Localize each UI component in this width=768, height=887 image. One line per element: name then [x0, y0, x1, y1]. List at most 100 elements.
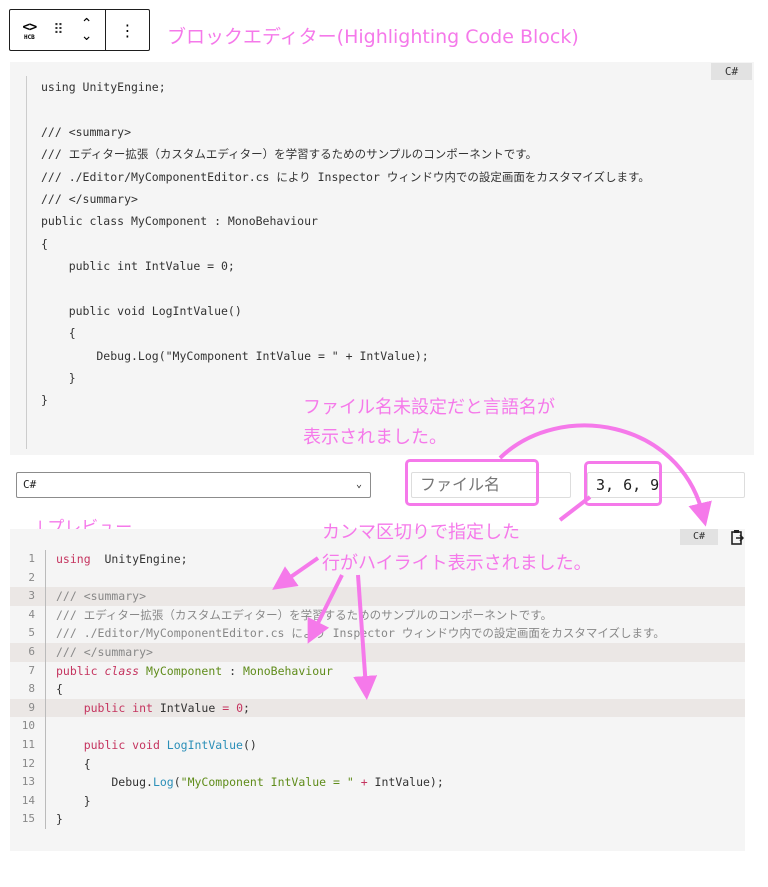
code-token: /// </summary>	[56, 644, 153, 659]
code-token: LogIntValue	[166, 737, 243, 752]
code-token: {	[56, 756, 91, 771]
code-token: UnityEngine;	[90, 552, 188, 566]
drag-handle-icon[interactable]: ⠿	[53, 22, 63, 38]
code-token: public int	[83, 700, 160, 715]
line-number: 3	[10, 587, 46, 606]
line-number: 7	[10, 661, 46, 681]
preview-line: 13 Debug.Log("MyComponent IntValue = " +…	[10, 773, 745, 792]
code-token: ()	[242, 737, 257, 752]
code-token: }	[56, 812, 63, 827]
move-down-icon[interactable]: ⌄	[81, 29, 93, 43]
language-badge: C#	[680, 529, 718, 545]
line-code: {	[46, 755, 91, 774]
line-number: 6	[10, 642, 46, 662]
line-code: public int IntValue = 0;	[46, 699, 250, 718]
preview-line: 8{	[10, 680, 745, 699]
line-code: }	[46, 810, 63, 829]
line-code: public class MyComponent : MonoBehaviour	[46, 662, 333, 681]
line-code: /// </summary>	[46, 643, 153, 662]
chevron-down-icon: ⌄	[355, 479, 362, 490]
line-code: public void LogIntValue()	[46, 736, 257, 755]
code-line: /// エディター拡張（カスタムエディター）を学習するためのサンプルのコンポーネ…	[41, 147, 538, 162]
line-number: 2	[10, 568, 46, 588]
line-number: 9	[10, 698, 46, 718]
code-token: using	[56, 552, 91, 566]
line-code: /// <summary>	[46, 587, 146, 606]
line-code: }	[46, 792, 91, 811]
line-number: 10	[10, 717, 46, 736]
highlight-callout-box	[584, 461, 662, 506]
line-code: /// ./Editor/MyComponentEditor.cs により In…	[46, 624, 665, 643]
preview-line: 7 public class MyComponent : MonoBehaviou…	[10, 661, 745, 681]
copy-icon[interactable]	[730, 529, 744, 545]
code-token: "MyComponent IntValue = "	[180, 775, 354, 790]
code-token: IntValue);	[367, 775, 444, 790]
line-number: 1	[10, 550, 46, 569]
code-token: /// エディター拡張（カスタムエディター）を学習するためのサンプルのコンポーネ…	[56, 607, 553, 622]
code-token: public	[56, 663, 105, 678]
preview-code: 1 using UnityEngine; 2 3/// <summary> 4/// エ…	[10, 550, 745, 829]
preview-line: 11 public void LogIntValue()	[10, 735, 745, 755]
code-line: Debug.Log("MyComponent IntValue = " + In…	[41, 348, 429, 363]
code-token: public void	[83, 737, 167, 752]
code-line: using UnityEngine;	[41, 80, 166, 94]
more-options-icon[interactable]: ⋮	[120, 21, 136, 40]
code-line: public void LogIntValue()	[41, 303, 242, 318]
code-line: /// <summary>	[41, 124, 132, 139]
line-number: 8	[10, 680, 46, 699]
options-group: ⋮	[106, 10, 149, 50]
code-line: public class MyComponent : MonoBehaviour	[41, 214, 318, 229]
line-number: 11	[10, 735, 46, 755]
language-select[interactable]: C# ⌄	[16, 472, 371, 498]
toolbar-group: <> HCB ⠿ ⌃ ⌄	[10, 10, 106, 50]
code-token: {	[56, 682, 63, 697]
code-token: /// <summary>	[56, 589, 147, 604]
preview-line: 15}	[10, 810, 745, 829]
line-code: Debug.Log("MyComponent IntValue = " + In…	[46, 773, 444, 792]
code-line: {	[41, 326, 76, 341]
code-token: 0	[236, 700, 243, 715]
code-token: (	[173, 775, 181, 790]
preview-line: 3 /// <summary>	[10, 587, 745, 606]
line-number: 12	[10, 754, 46, 774]
line-number: 4	[10, 605, 46, 625]
code-token: class	[104, 663, 147, 678]
code-line: {	[41, 236, 48, 251]
preview-line: 12 {	[10, 754, 745, 774]
code-token: /// ./Editor/MyComponentEditor.cs により In…	[56, 626, 665, 641]
preview-line: 6 /// </summary>	[10, 642, 745, 662]
line-code: /// エディター拡張（カスタムエディター）を学習するためのサンプルのコンポーネ…	[46, 606, 552, 625]
code-line: /// ./Editor/MyComponentEditor.cs により In…	[41, 169, 650, 184]
line-number: 14	[10, 791, 46, 811]
page-title-annotation: ブロックエディター(Highlighting Code Block)	[167, 26, 579, 48]
code-token: IntValue	[159, 700, 223, 715]
hcb-block-icon[interactable]: <> HCB	[23, 20, 38, 41]
language-badge: C#	[711, 63, 752, 80]
code-token: +	[360, 775, 368, 790]
preview-line: 4 /// エディター拡張（カスタムエディター）を学習するためのサンプルのコンポー…	[10, 605, 745, 625]
filename-note: ファイル名未設定だと言語名が 表示されました。	[303, 397, 555, 448]
block-toolbar: <> HCB ⠿ ⌃ ⌄ ⋮	[9, 9, 150, 51]
code-token: :	[222, 663, 243, 678]
code-line: /// </summary>	[41, 191, 138, 206]
move-buttons: ⌃ ⌄	[81, 17, 93, 43]
line-code: using UnityEngine;	[46, 550, 188, 569]
line-number: 5	[10, 624, 46, 643]
code-token: Log	[152, 775, 174, 790]
code-token: Debug.	[56, 775, 153, 790]
code-token: ;	[243, 700, 250, 715]
preview-line: 10	[10, 717, 745, 736]
highlight-note: カンマ区切りで指定した 行がハイライト表示されました。	[322, 522, 592, 574]
code-token: MonoBehaviour	[242, 663, 333, 678]
filename-callout-box	[405, 459, 539, 506]
code-token: }	[56, 793, 91, 808]
line-number: 15	[10, 810, 46, 829]
preview-line: 14 }	[10, 791, 745, 811]
